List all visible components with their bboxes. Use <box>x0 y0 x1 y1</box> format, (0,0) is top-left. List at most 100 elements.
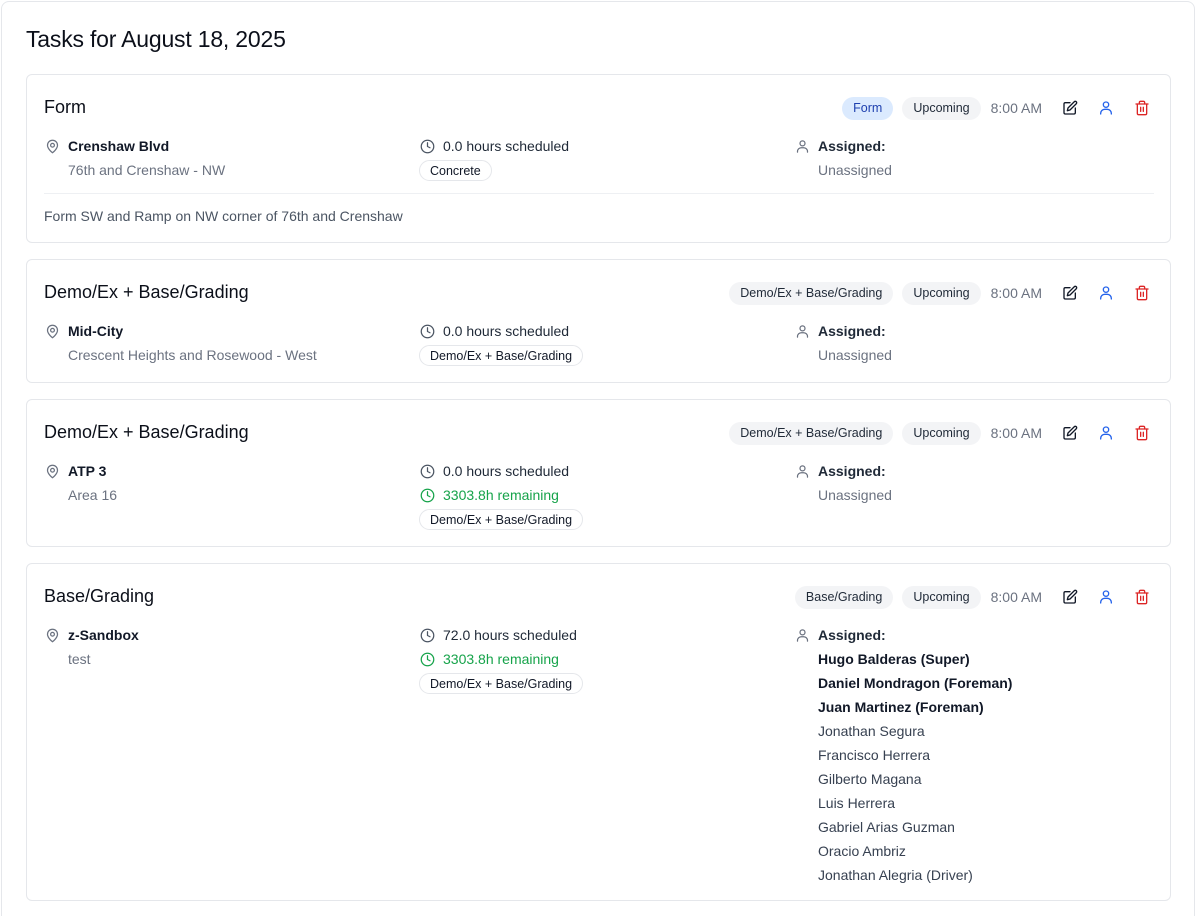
location-section: Crenshaw Blvd 76th and Crenshaw - NW <box>44 134 404 182</box>
assign-button[interactable] <box>1094 421 1118 445</box>
task-title: Form <box>44 97 86 117</box>
task-tag: Demo/Ex + Base/Grading <box>419 345 584 366</box>
task-tag: Demo/Ex + Base/Grading <box>419 673 584 694</box>
trash-icon <box>1135 285 1149 301</box>
assigned-person: Francisco Herrera <box>818 747 931 763</box>
assigned-label: Assigned: <box>818 463 886 479</box>
assigned-value: Unassigned <box>818 487 892 503</box>
assign-button[interactable] <box>1094 96 1118 120</box>
edit-button[interactable] <box>1058 96 1082 120</box>
task-header-actions: Base/Grading Upcoming 8:00 AM <box>794 585 1154 609</box>
assigned-person: Jonathan Segura <box>818 723 925 739</box>
user-icon <box>1100 590 1112 604</box>
edit-icon <box>1063 425 1078 440</box>
trash-icon <box>1135 425 1149 441</box>
map-pin-icon <box>44 138 60 154</box>
assigned-person: Hugo Balderas (Super) <box>818 651 970 667</box>
delete-button[interactable] <box>1130 96 1154 120</box>
assigned-value: Unassigned <box>818 162 892 178</box>
assigned-section: Assigned: Unassigned <box>794 319 1154 367</box>
task-time: 8:00 AM <box>990 425 1042 441</box>
assigned-person: Oracio Ambriz <box>818 843 906 859</box>
location-section: z-Sandbox test <box>44 623 404 671</box>
assigned-person: Juan Martinez (Foreman) <box>818 699 984 715</box>
delete-button[interactable] <box>1130 281 1154 305</box>
task-type-badge: Form <box>842 96 894 120</box>
task-type-badge: Demo/Ex + Base/Grading <box>729 421 894 445</box>
clock-icon <box>419 627 435 643</box>
user-icon <box>1100 101 1112 115</box>
task-header-actions: Demo/Ex + Base/Grading Upcoming 8:00 AM <box>729 421 1154 445</box>
edit-button[interactable] <box>1058 421 1082 445</box>
task-time: 8:00 AM <box>990 589 1042 605</box>
assigned-label: Assigned: <box>818 627 886 643</box>
map-pin-icon <box>44 323 60 339</box>
user-icon <box>794 323 810 339</box>
user-icon <box>1100 286 1112 300</box>
location-name: z-Sandbox <box>68 627 139 643</box>
status-badge: Upcoming <box>902 421 981 445</box>
hours-remaining: 3303.8h remaining <box>443 651 559 667</box>
assigned-person: Gilberto Magana <box>818 771 922 787</box>
user-icon <box>794 138 810 154</box>
assign-button[interactable] <box>1094 281 1118 305</box>
location-section: ATP 3 Area 16 <box>44 459 404 507</box>
task-time: 8:00 AM <box>990 285 1042 301</box>
status-badge: Upcoming <box>902 585 981 609</box>
hours-section: 0.0 hours scheduled Demo/Ex + Base/Gradi… <box>419 319 779 366</box>
assigned-label: Assigned: <box>818 323 886 339</box>
assigned-label: Assigned: <box>818 138 886 154</box>
delete-button[interactable] <box>1130 421 1154 445</box>
task-type-badge: Base/Grading <box>794 585 894 609</box>
task-title: Demo/Ex + Base/Grading <box>44 282 249 302</box>
task-card: Form Form Upcoming 8:00 AM Crenshaw Blvd… <box>26 74 1171 243</box>
location-detail: Crescent Heights and Rosewood - West <box>68 347 317 363</box>
assigned-section: Assigned: Hugo Balderas (Super) Daniel M… <box>794 623 1154 887</box>
status-badge: Upcoming <box>902 281 981 305</box>
hours-remaining: 3303.8h remaining <box>443 487 559 503</box>
hours-scheduled: 0.0 hours scheduled <box>443 138 570 154</box>
edit-button[interactable] <box>1058 281 1082 305</box>
clock-icon <box>419 651 435 667</box>
task-card: Base/Grading Base/Grading Upcoming 8:00 … <box>26 563 1171 901</box>
location-name: ATP 3 <box>68 463 107 479</box>
location-name: Crenshaw Blvd <box>68 138 170 154</box>
assigned-person: Daniel Mondragon (Foreman) <box>818 675 1013 691</box>
edit-icon <box>1063 285 1078 300</box>
edit-button[interactable] <box>1058 585 1082 609</box>
location-detail: test <box>68 651 91 667</box>
location-section: Mid-City Crescent Heights and Rosewood -… <box>44 319 404 367</box>
status-badge: Upcoming <box>902 96 981 120</box>
assigned-person: Jonathan Alegria (Driver) <box>818 867 973 883</box>
task-card: Demo/Ex + Base/Grading Demo/Ex + Base/Gr… <box>26 399 1171 547</box>
task-time: 8:00 AM <box>990 100 1042 116</box>
task-tag: Demo/Ex + Base/Grading <box>419 509 584 530</box>
task-notes: Form SW and Ramp on NW corner of 76th an… <box>44 208 403 224</box>
assigned-section: Assigned: Unassigned <box>794 134 1154 182</box>
trash-icon <box>1135 589 1149 605</box>
task-card: Demo/Ex + Base/Grading Demo/Ex + Base/Gr… <box>26 259 1171 383</box>
trash-icon <box>1135 100 1149 116</box>
map-pin-icon <box>44 627 60 643</box>
location-name: Mid-City <box>68 323 124 339</box>
edit-icon <box>1063 589 1078 604</box>
assigned-value: Unassigned <box>818 347 892 363</box>
location-detail: Area 16 <box>68 487 118 503</box>
clock-icon <box>419 138 435 154</box>
hours-scheduled: 0.0 hours scheduled <box>443 323 570 339</box>
hours-section: 0.0 hours scheduled Concrete <box>419 134 779 181</box>
hours-scheduled: 0.0 hours scheduled <box>443 463 570 479</box>
clock-icon <box>419 463 435 479</box>
user-icon <box>794 627 810 643</box>
user-icon <box>1100 426 1112 440</box>
location-detail: 76th and Crenshaw - NW <box>68 162 226 178</box>
hours-section: 72.0 hours scheduled 3303.8h remaining D… <box>419 623 779 694</box>
hours-section: 0.0 hours scheduled 3303.8h remaining De… <box>419 459 779 530</box>
task-tag: Concrete <box>419 160 492 181</box>
delete-button[interactable] <box>1130 585 1154 609</box>
task-header-actions: Form Upcoming 8:00 AM <box>842 96 1154 120</box>
assign-button[interactable] <box>1094 585 1118 609</box>
task-title: Demo/Ex + Base/Grading <box>44 422 249 442</box>
task-type-badge: Demo/Ex + Base/Grading <box>729 281 894 305</box>
clock-icon <box>419 323 435 339</box>
